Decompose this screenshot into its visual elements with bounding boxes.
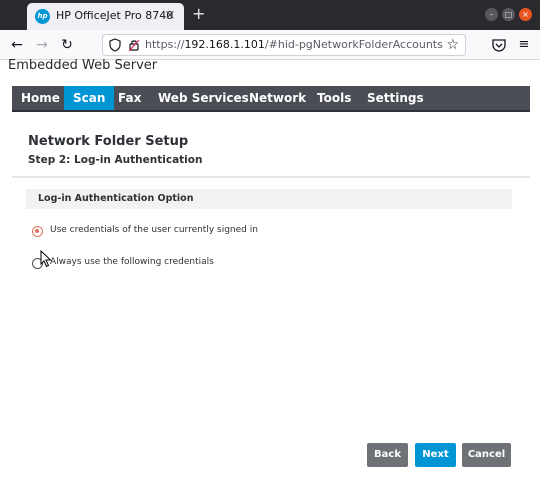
shield-icon[interactable] — [108, 38, 122, 52]
nav-fax[interactable]: Fax — [109, 86, 150, 110]
nav-settings[interactable]: Settings — [358, 86, 433, 110]
nav-scan[interactable]: Scan — [64, 86, 115, 110]
cancel-button[interactable]: Cancel — [462, 443, 511, 467]
section-title: Log-in Authentication Option — [38, 193, 194, 204]
option-label: Use credentials of the user currently si… — [50, 225, 258, 235]
minimize-icon[interactable]: – — [485, 8, 498, 21]
back-arrow-icon[interactable]: ← — [8, 36, 26, 54]
url-text: https://192.168.1.101/#hid-pgNetworkFold… — [145, 38, 443, 51]
main-nav: Home Scan Fax Web Services Network Tools… — [12, 86, 530, 112]
lock-icon[interactable] — [127, 38, 141, 52]
window-controls: – □ × — [485, 8, 532, 21]
browser-tab[interactable]: hp HP OfficeJet Pro 8740 × — [27, 3, 184, 30]
next-button[interactable]: Next — [415, 443, 456, 467]
url-path: /#hid-pgNetworkFolderAccounts — [264, 38, 443, 51]
pocket-icon[interactable] — [490, 36, 508, 54]
new-tab-icon[interactable]: + — [192, 5, 205, 23]
nav-tools[interactable]: Tools — [308, 86, 360, 110]
url-host: 192.168.1.101 — [184, 38, 265, 51]
nav-home[interactable]: Home — [12, 86, 69, 110]
forward-arrow-icon[interactable]: → — [33, 36, 51, 54]
mouse-pointer-icon — [40, 250, 52, 268]
radio-current-user[interactable] — [32, 226, 43, 237]
close-tab-icon[interactable]: × — [162, 7, 178, 25]
bookmark-star-icon[interactable]: ☆ — [446, 37, 459, 53]
browser-toolbar: ← → ↻ https://192.168.1.101/#hid-pgNetwo… — [0, 30, 540, 60]
hp-logo-icon: hp — [35, 9, 50, 24]
reload-icon[interactable]: ↻ — [58, 36, 76, 54]
section-header: Log-in Authentication Option — [26, 189, 512, 209]
nav-network[interactable]: Network — [240, 86, 315, 110]
step-title: Step 2: Log-in Authentication — [28, 154, 203, 166]
maximize-icon[interactable]: □ — [502, 8, 515, 21]
divider — [12, 176, 530, 178]
url-bar[interactable]: https://192.168.1.101/#hid-pgNetworkFold… — [102, 34, 466, 56]
back-button[interactable]: Back — [367, 443, 408, 467]
page-header: Network Folder Setup Step 2: Log-in Auth… — [12, 131, 530, 178]
window-close-icon[interactable]: × — [519, 8, 532, 21]
ews-title: Embedded Web Server — [8, 58, 158, 73]
browser-titlebar: hp HP OfficeJet Pro 8740 × + – □ × — [0, 0, 540, 30]
option-label: Always use the following credentials — [50, 257, 214, 267]
hamburger-menu-icon[interactable]: ≡ — [515, 36, 533, 54]
url-prefix: https:// — [145, 38, 185, 51]
tab-title: HP OfficeJet Pro 8740 — [56, 9, 174, 22]
page-title: Network Folder Setup — [28, 134, 189, 149]
